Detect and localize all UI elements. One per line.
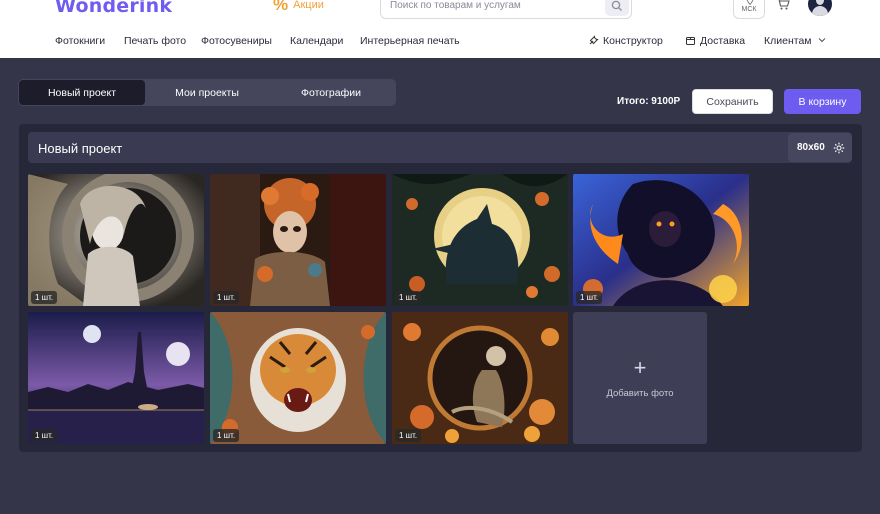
project-header: Новый проект 80x60	[28, 132, 852, 163]
quantity-badge: 1 шт.	[213, 291, 240, 304]
nav-item-clients[interactable]: Клиентам	[764, 35, 826, 47]
photo-floral-mask-woman	[210, 174, 386, 306]
nav-item-delivery[interactable]: Доставка	[686, 35, 746, 47]
percent-icon: %	[273, 0, 289, 14]
quantity-badge: 1 шт.	[576, 291, 603, 304]
add-to-cart-button[interactable]: В корзину	[784, 89, 861, 114]
city-selector[interactable]: МСК	[733, 0, 765, 19]
constructor-icon	[589, 35, 599, 45]
photo-thumbnail[interactable]: 1 шт.	[28, 312, 204, 444]
nav-item-photo-souvenirs[interactable]: Фотосувениры	[201, 35, 272, 47]
plus-icon: +	[633, 355, 647, 380]
photo-thumbnail[interactable]: 1 шт.	[28, 174, 204, 306]
photo-paris-night	[28, 312, 204, 444]
tab-photos[interactable]: Фотографии	[269, 80, 393, 105]
chevron-down-icon	[819, 38, 826, 43]
clients-label: Клиентам	[764, 35, 812, 47]
site-header: Wonderink % Акции Поиск по товарам и усл…	[0, 0, 880, 58]
avatar-body	[812, 6, 828, 16]
nav-item-photo-print[interactable]: Печать фото	[124, 35, 186, 47]
size-label: 80x60	[797, 142, 825, 153]
nav-item-calendars[interactable]: Календари	[290, 35, 343, 47]
constructor-label: Конструктор	[603, 35, 663, 47]
gear-icon	[833, 142, 845, 154]
avatar[interactable]	[808, 0, 832, 16]
search-box[interactable]: Поиск по товарам и услугам	[380, 0, 632, 19]
nav-item-constructor[interactable]: Конструктор	[589, 35, 663, 47]
photo-thumbnail[interactable]: 1 шт.	[573, 174, 749, 306]
search-icon	[611, 0, 622, 11]
nav-item-photobooks[interactable]: Фотокниги	[55, 35, 105, 47]
logo[interactable]: Wonderink	[55, 0, 172, 17]
quantity-badge: 1 шт.	[31, 429, 58, 442]
delivery-label: Доставка	[700, 35, 746, 47]
add-photo-label: Добавить фото	[606, 388, 674, 399]
tab-new-project[interactable]: Новый проект	[19, 80, 145, 105]
photo-thumbnail[interactable]: 1 шт.	[210, 174, 386, 306]
delivery-box-icon	[686, 37, 695, 45]
quantity-badge: 1 шт.	[31, 291, 58, 304]
photo-wolf-moon	[392, 174, 568, 306]
photo-skeleton-flowers	[392, 312, 568, 444]
search-input[interactable]: Поиск по товарам и услугам	[390, 0, 521, 11]
location-pin-icon	[746, 0, 754, 5]
cart-icon	[778, 0, 790, 10]
city-label: МСК	[741, 6, 757, 13]
save-button[interactable]: Сохранить	[692, 89, 773, 114]
quantity-badge: 1 шт.	[395, 429, 422, 442]
photo-thumbnail[interactable]: 1 шт.	[392, 312, 568, 444]
nav-item-interior-print[interactable]: Интерьерная печать	[360, 35, 460, 47]
order-total: Итого: 9100Р	[617, 96, 681, 107]
tab-my-projects[interactable]: Мои проекты	[145, 80, 269, 105]
promo-label: Акции	[293, 0, 324, 11]
quantity-badge: 1 шт.	[395, 291, 422, 304]
photo-thumbnail[interactable]: 1 шт.	[210, 312, 386, 444]
cart-button[interactable]	[776, 0, 790, 15]
main-nav: Фотокниги Печать фото Фотосувениры Кален…	[0, 35, 880, 49]
project-title: Новый проект	[38, 141, 123, 156]
avatar-head	[816, 0, 824, 5]
add-photo-button[interactable]: + Добавить фото	[573, 312, 707, 444]
photo-thumbnail[interactable]: 1 шт.	[392, 174, 568, 306]
photo-gothic-woman	[28, 174, 204, 306]
project-tabs: Новый проект Мои проекты Фотографии	[18, 79, 396, 106]
promo-link[interactable]: % Акции	[273, 0, 324, 14]
search-button[interactable]	[605, 0, 629, 16]
quantity-badge: 1 шт.	[213, 429, 240, 442]
photo-fire-demon-girl	[573, 174, 749, 306]
size-selector[interactable]: 80x60	[788, 133, 852, 162]
photo-tiger-paper-art	[210, 312, 386, 444]
